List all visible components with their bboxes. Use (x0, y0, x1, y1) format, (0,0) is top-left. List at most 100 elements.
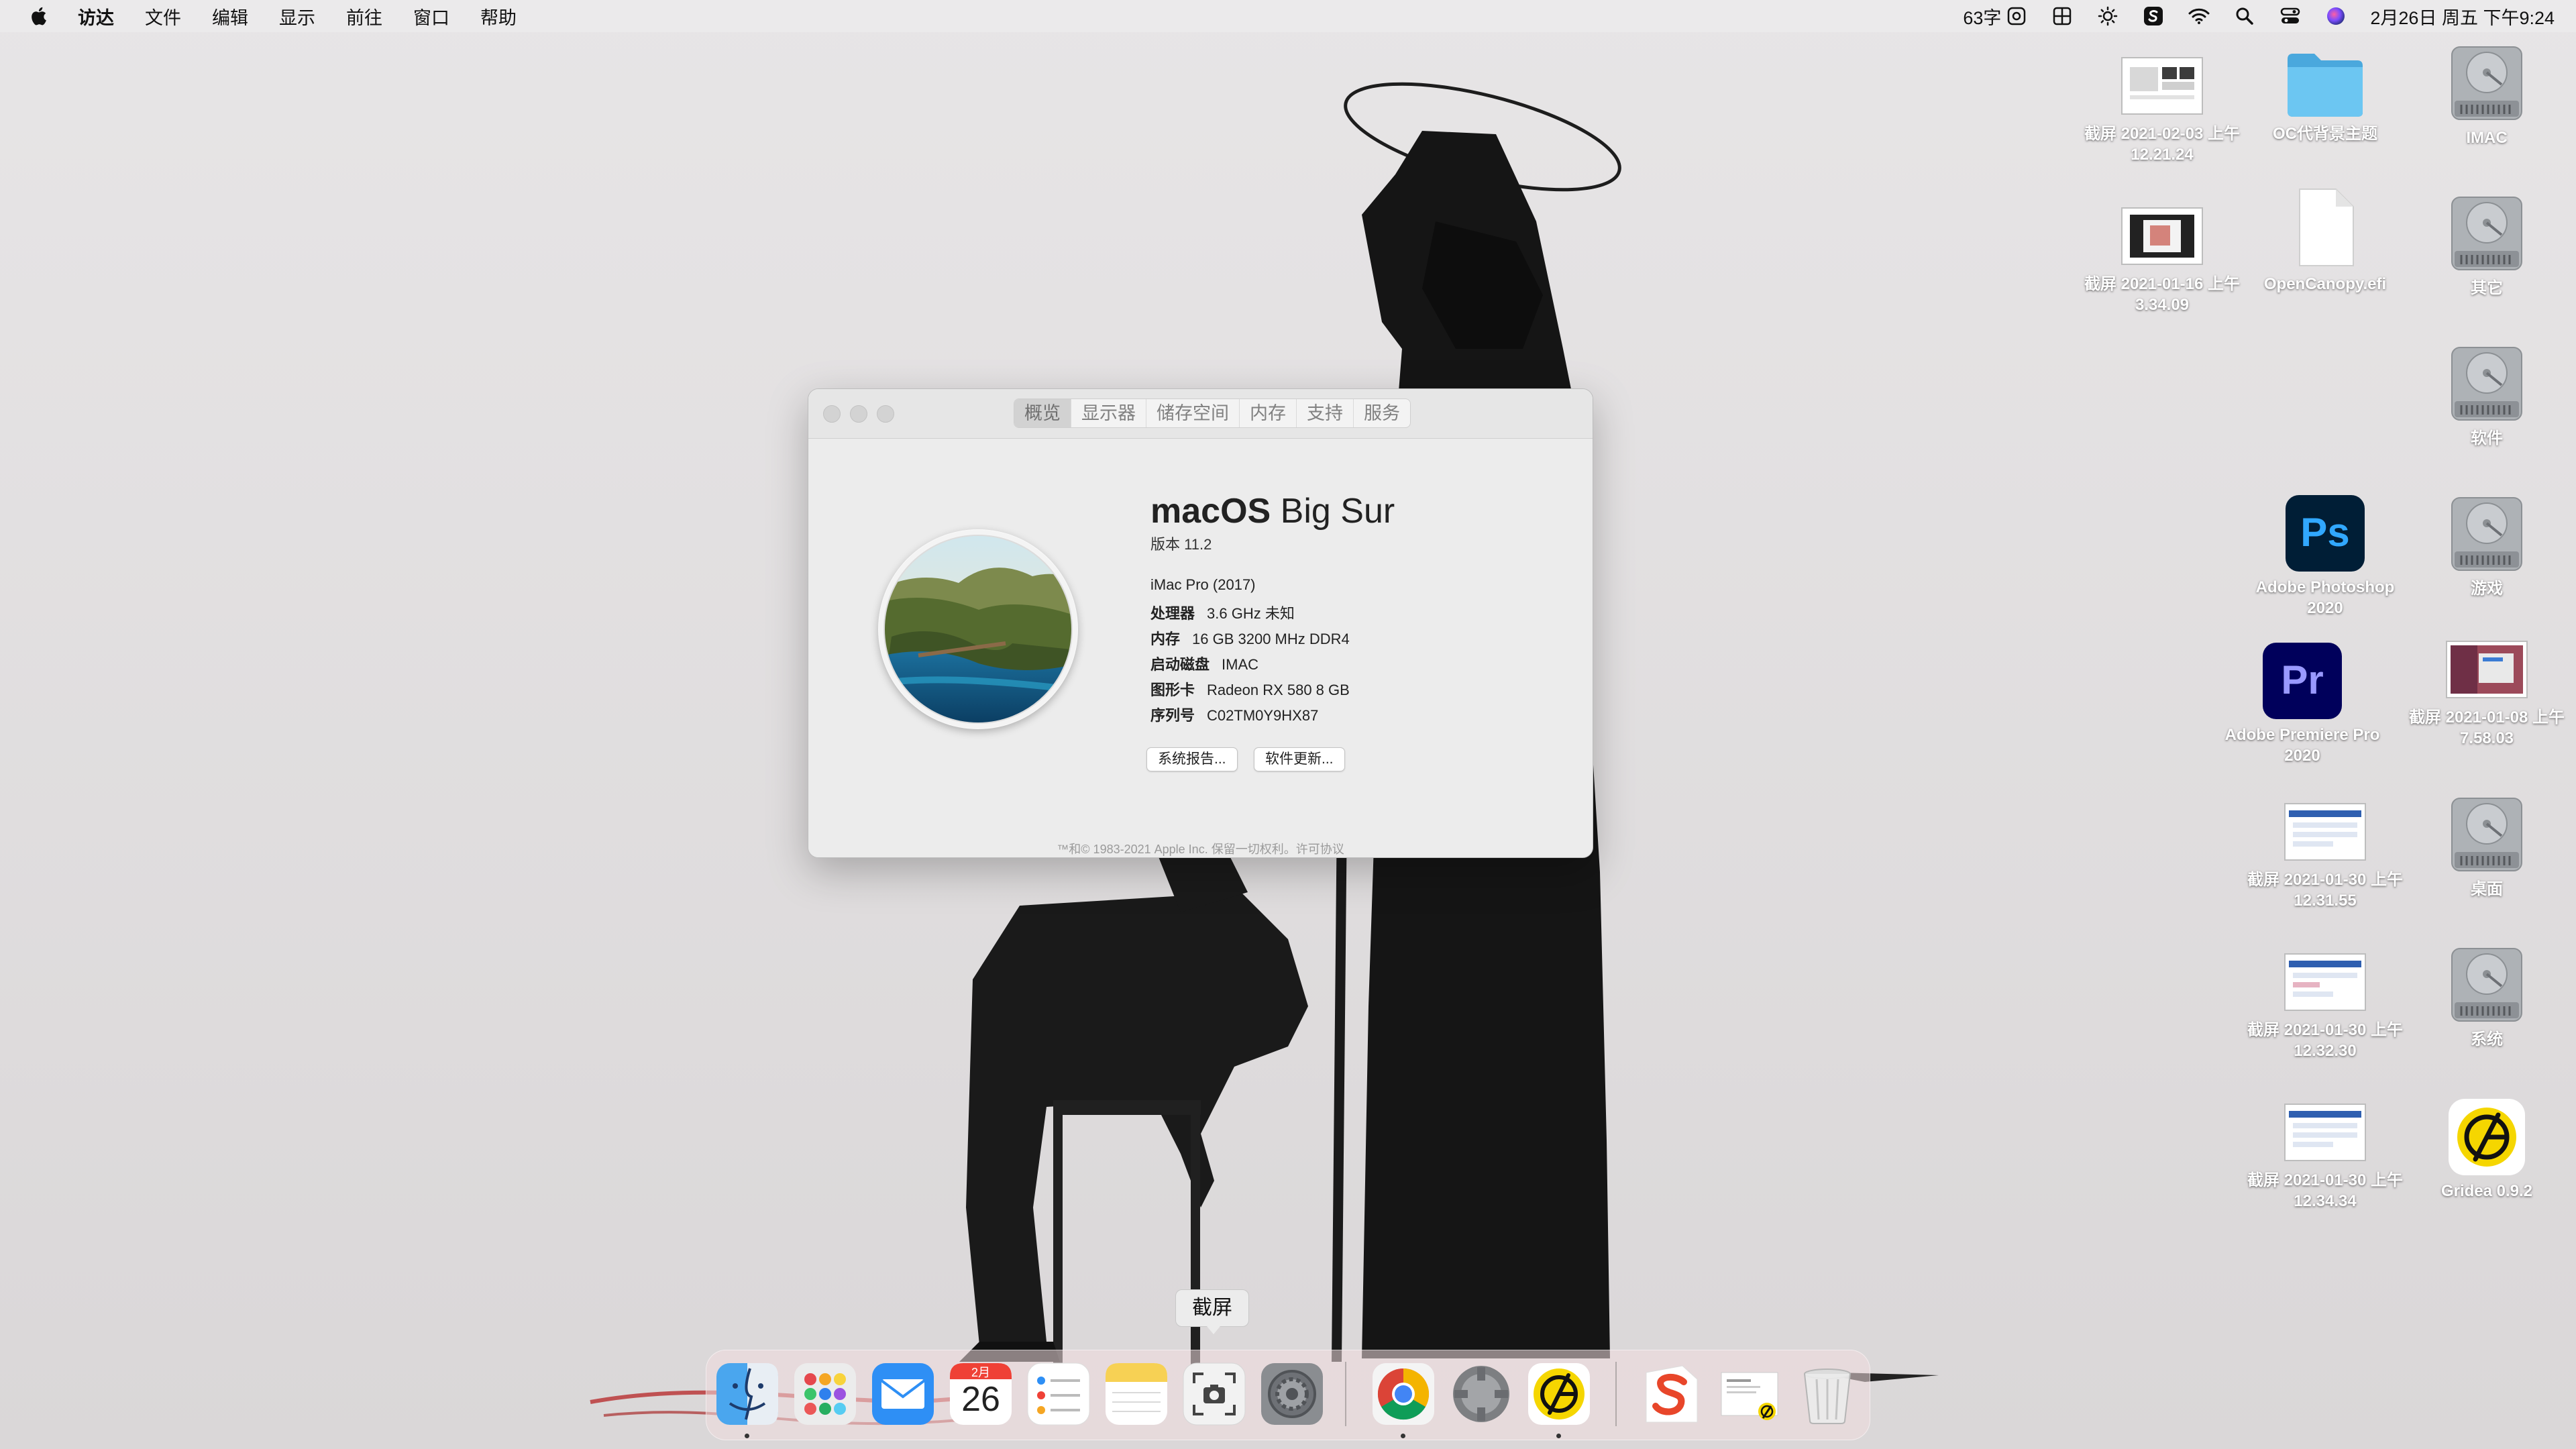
screenshot-thumbnail-icon (2284, 801, 2367, 865)
spec-label: 处理器 (1150, 605, 1195, 622)
menu-window[interactable]: 窗口 (413, 3, 449, 30)
calendar-icon[interactable]: 2月 26 (949, 1362, 1013, 1426)
menu-edit[interactable]: 编辑 (212, 3, 248, 30)
wifi-icon[interactable] (2188, 5, 2210, 28)
tab-memory[interactable]: 内存 (1240, 399, 1297, 427)
screenshot-icon[interactable] (1182, 1362, 1246, 1426)
gridea-app-icon (2447, 1097, 2526, 1177)
tab-overview[interactable]: 概览 (1014, 399, 1071, 427)
desktop-icon-drive[interactable]: 游戏 (2406, 494, 2567, 599)
desktop-icon-label: Adobe Premiere Pro 2020 (2224, 726, 2380, 765)
app-icon[interactable] (1449, 1362, 1513, 1426)
apple-menu-icon[interactable] (30, 6, 47, 26)
mail-icon[interactable] (871, 1362, 935, 1426)
spec-value: Radeon RX 580 8 GB (1207, 682, 1350, 698)
finder-icon[interactable] (715, 1362, 780, 1426)
spec-label: 启动磁盘 (1150, 656, 1210, 673)
tab-support[interactable]: 支持 (1297, 399, 1354, 427)
menu-file[interactable]: 文件 (145, 3, 181, 30)
overview-panel: macOS Big Sur 版本 11.2 iMac Pro (2017) 处理… (808, 439, 1593, 857)
gridea-icon[interactable] (1527, 1362, 1591, 1426)
spec-value: IMAC (1222, 656, 1259, 673)
system-report-button[interactable]: 系统报告... (1146, 747, 1238, 771)
dock-separator (1345, 1362, 1346, 1426)
menubar-clock[interactable]: 2月26日 周五 下午9:24 (2370, 3, 2555, 30)
tab-service[interactable]: 服务 (1354, 399, 1410, 427)
desktop-icon-label: 截屏 2021-01-16 上午3.34.09 (2084, 275, 2241, 314)
desktop-icon-screenshot[interactable]: 截屏 2021-01-16 上午3.34.09 (2082, 200, 2243, 315)
tab-displays[interactable]: 显示器 (1071, 399, 1146, 427)
hard-drive-icon (2445, 343, 2528, 424)
desktop-icon-label: Gridea 0.9.2 (2440, 1182, 2533, 1200)
spec-memory: 内存 16 GB 3200 MHz DDR4 (1150, 627, 1350, 649)
spec-label: 图形卡 (1150, 682, 1195, 698)
sogou-menu-icon[interactable] (2142, 5, 2165, 28)
menu-finder[interactable]: 访达 (78, 3, 114, 30)
desktop-icon-screenshot[interactable]: 截屏 2021-01-08 上午7.58.03 (2406, 633, 2567, 749)
tab-storage[interactable]: 储存空间 (1146, 399, 1240, 427)
hard-drive-icon (2445, 494, 2528, 574)
reminders-icon[interactable] (1026, 1362, 1091, 1426)
spotlight-search-icon[interactable] (2233, 5, 2256, 28)
desktop-icon-folder[interactable]: OC代背景主题 (2245, 50, 2406, 144)
minimize-button[interactable] (850, 405, 867, 423)
chrome-icon[interactable] (1371, 1362, 1436, 1426)
window-titlebar[interactable]: 概览 显示器 储存空间 内存 支持 服务 (808, 389, 1593, 439)
siri-icon[interactable] (2324, 5, 2347, 28)
zoom-button[interactable] (877, 405, 894, 423)
sogou-icon[interactable] (1640, 1362, 1704, 1426)
desktop-icon-label: IMAC (2466, 129, 2508, 147)
screenshot-thumbnail-icon (2121, 205, 2204, 270)
input-count-indicator[interactable]: 63字 (1963, 3, 2028, 30)
desktop-icon-drive[interactable]: IMAC (2406, 43, 2567, 148)
document-file-icon (2292, 186, 2359, 270)
control-center-icon[interactable] (2279, 5, 2302, 28)
chrome-running-indicator (1401, 1434, 1405, 1438)
desktop-icon-drive[interactable]: 桌面 (2406, 794, 2567, 900)
document-icon[interactable] (1717, 1362, 1782, 1426)
spec-label: 内存 (1150, 631, 1181, 647)
desktop-icon-label: 软件 (2471, 429, 2503, 447)
menu-help[interactable]: 帮助 (480, 3, 517, 30)
launchpad-icon[interactable] (793, 1362, 857, 1426)
finder-running-indicator (745, 1434, 749, 1438)
desktop-icon-screenshot[interactable]: 截屏 2021-01-30 上午12.32.30 (2245, 946, 2406, 1061)
os-version: 版本 11.2 (1150, 536, 1212, 553)
svg-text:Ps: Ps (2300, 510, 2349, 555)
menu-go[interactable]: 前往 (346, 3, 382, 30)
desktop-icon-gridea[interactable]: Gridea 0.9.2 (2406, 1097, 2567, 1201)
os-name-bold: macOS (1150, 492, 1271, 531)
screenshot-thumbnail-icon (2445, 639, 2528, 703)
desktop-icon-label: 截屏 2021-01-30 上午12.31.55 (2247, 871, 2404, 910)
desktop-icon-file[interactable]: OpenCanopy.efi (2245, 186, 2406, 294)
premiere-app-icon: Pr (2261, 641, 2343, 720)
close-button[interactable] (823, 405, 841, 423)
desktop-icon-premiere[interactable]: Pr Adobe Premiere Pro 2020 (2222, 641, 2383, 766)
trash-icon[interactable] (1795, 1362, 1860, 1426)
screenshot-thumbnail-icon (2284, 1102, 2367, 1166)
photoshop-app-icon: Ps (2284, 494, 2366, 573)
tab-bar: 概览 显示器 储存空间 内存 支持 服务 (1014, 398, 1411, 428)
software-update-button[interactable]: 软件更新... (1254, 747, 1345, 771)
mac-model: iMac Pro (2017) (1150, 576, 1256, 593)
desktop-icon-drive[interactable]: 其它 (2406, 193, 2567, 299)
desktop-icon-drive[interactable]: 软件 (2406, 343, 2567, 449)
desktop-icon-label: OC代背景主题 (2273, 125, 2377, 143)
desktop-icon-screenshot[interactable]: 截屏 2021-01-30 上午12.34.34 (2245, 1096, 2406, 1212)
grid-input-icon[interactable] (2051, 5, 2074, 28)
big-sur-icon (878, 529, 1078, 729)
about-this-mac-window: 概览 显示器 储存空间 内存 支持 服务 macOS Big Sur 版本 11… (808, 388, 1593, 858)
system-preferences-icon[interactable] (1260, 1362, 1324, 1426)
os-name: macOS Big Sur (1150, 491, 1395, 531)
notes-icon[interactable] (1104, 1362, 1169, 1426)
desktop-icon-drive[interactable]: 系统 (2406, 945, 2567, 1050)
folder-icon (2284, 50, 2367, 119)
desktop-icon-screenshot[interactable]: 截屏 2021-01-30 上午12.31.55 (2245, 796, 2406, 911)
hard-drive-icon (2445, 43, 2528, 123)
desktop-icon-screenshot[interactable]: 截屏 2021-02-03 上午12.21.24 (2082, 50, 2243, 165)
calendar-month: 2月 (971, 1366, 990, 1379)
menu-view[interactable]: 显示 (279, 3, 315, 30)
desktop-icon-photoshop[interactable]: Ps Adobe Photoshop 2020 (2245, 494, 2406, 619)
brightness-icon[interactable] (2096, 5, 2119, 28)
screenshot-thumbnail-icon (2121, 55, 2204, 119)
